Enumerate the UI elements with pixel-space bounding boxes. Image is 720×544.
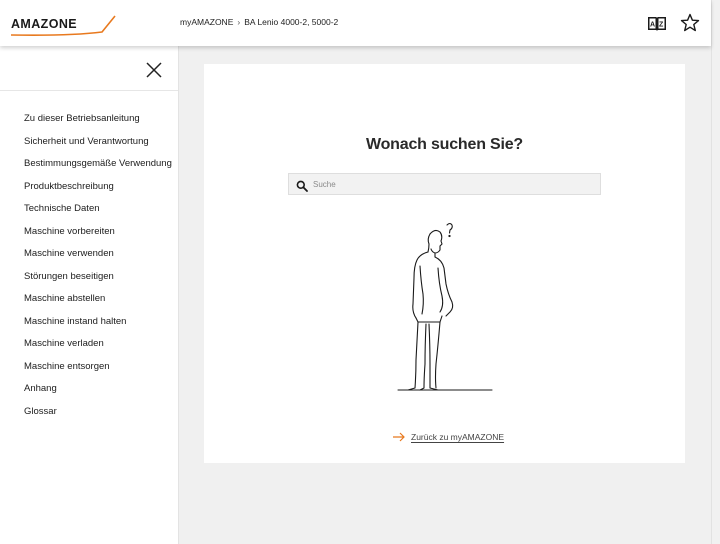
logo-wordmark: AMAZONE <box>11 17 77 31</box>
glossary-icon[interactable]: A Z <box>646 12 668 34</box>
page-title: Wonach suchen Sie? <box>365 136 524 153</box>
breadcrumb-current: BA Lenio 4000-2, 5000-2 <box>244 17 339 27</box>
sidebar-item-zu-dieser-betriebsanleitung[interactable]: Zu dieser Betriebsanleitung <box>24 112 172 135</box>
close-icon[interactable] <box>144 60 164 80</box>
sidebar-item-maschine-verwenden[interactable]: Maschine verwenden <box>24 247 172 270</box>
sidebar-item-maschine-vorbereiten[interactable]: Maschine vorbereiten <box>24 225 172 248</box>
sidebar-item-maschine-abstellen[interactable]: Maschine abstellen <box>24 292 172 315</box>
search-input[interactable] <box>313 176 593 192</box>
search-icon <box>296 179 308 192</box>
amazone-logo[interactable]: AMAZONE <box>10 13 118 37</box>
breadcrumb: myAMAZONE › BA Lenio 4000-2, 5000-2 <box>180 17 338 27</box>
sidebar-item-produktbeschreibung[interactable]: Produktbeschreibung <box>24 180 172 203</box>
sidebar-item-maschine-instand-halten[interactable]: Maschine instand halten <box>24 315 172 338</box>
thinking-person-illustration <box>394 222 494 394</box>
breadcrumb-root[interactable]: myAMAZONE <box>180 17 233 27</box>
main-content: Wonach suchen Sie? Suche Zurück zu myAMA… <box>179 46 711 544</box>
search-card: Wonach suchen Sie? Suche Zurück zu myAMA… <box>204 64 685 463</box>
search-box[interactable] <box>288 173 601 195</box>
top-header: AMAZONE myAMAZONE › BA Lenio 4000-2, 5000-… <box>0 0 711 46</box>
sidebar-item-bestimmungsgemaesse-verwendung[interactable]: Bestimmungsgemäße Verwendung <box>24 157 172 180</box>
sidebar-item-stoerungen-beseitigen[interactable]: Störungen beseitigen <box>24 270 172 293</box>
breadcrumb-separator: › <box>237 17 241 27</box>
sidebar-item-maschine-verladen[interactable]: Maschine verladen <box>24 337 172 360</box>
sidebar-item-technische-daten[interactable]: Technische Daten <box>24 202 172 225</box>
sidebar-item-anhang[interactable]: Anhang <box>24 382 172 405</box>
page-scrollbar[interactable] <box>711 0 720 544</box>
sidebar-nav: Zu dieser Betriebsanleitung Sicherheit u… <box>24 112 172 427</box>
back-link-label: Zurück zu myAMAZONE <box>411 432 505 442</box>
sidebar-divider <box>0 90 178 91</box>
sidebar: Zu dieser Betriebsanleitung Sicherheit u… <box>0 46 179 544</box>
back-to-myamazone-link[interactable]: Zurück zu myAMAZONE <box>392 432 504 442</box>
svg-text:Z: Z <box>659 21 664 28</box>
sidebar-item-glossar[interactable]: Glossar <box>24 405 172 428</box>
star-icon[interactable] <box>679 12 701 34</box>
sidebar-item-maschine-entsorgen[interactable]: Maschine entsorgen <box>24 360 172 383</box>
svg-text:A: A <box>650 21 655 28</box>
arrow-right-icon <box>393 432 405 442</box>
sidebar-item-sicherheit-und-verantwortung[interactable]: Sicherheit und Verantwortung <box>24 135 172 158</box>
